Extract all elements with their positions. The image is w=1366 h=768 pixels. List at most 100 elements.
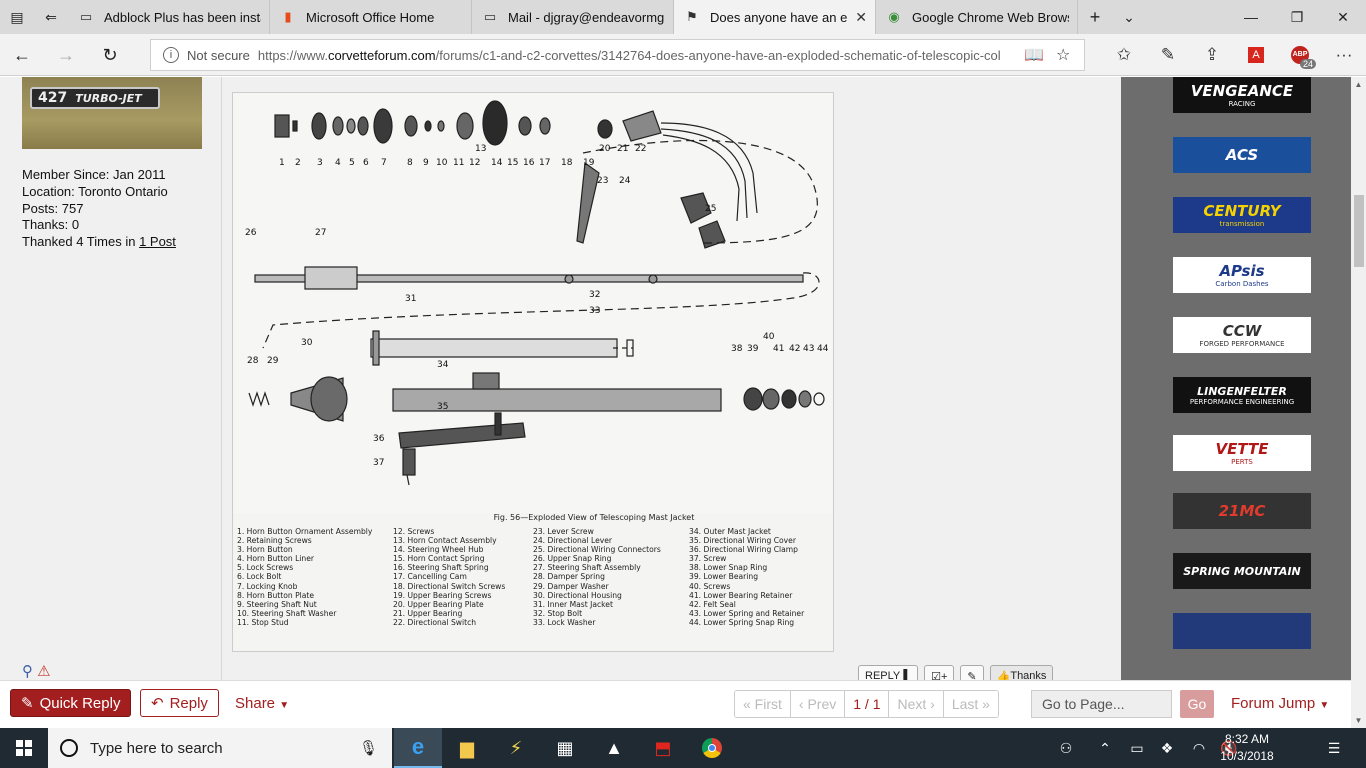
legend-item: 35. Directional Wiring Cover	[689, 536, 796, 546]
legend-item: 26. Upper Snap Ring	[533, 554, 612, 564]
refresh-button[interactable]: ↻	[94, 40, 126, 70]
adblock-plus-icon[interactable]: ABP 24	[1284, 40, 1317, 70]
sponsor-ad[interactable]: ACS	[1173, 137, 1311, 173]
legend-item: 43. Lower Spring and Retainer	[689, 608, 805, 618]
page-scrollbar[interactable]: ▲ ▼	[1351, 77, 1366, 728]
legend-item: 28. Damper Spring	[533, 572, 605, 582]
scroll-up-icon[interactable]: ▲	[1351, 77, 1366, 92]
close-window-button[interactable]: ✕	[1320, 0, 1366, 34]
start-button[interactable]	[0, 728, 48, 768]
sponsor-ad[interactable]: VENGEANCE RACING	[1173, 77, 1311, 113]
address-bar[interactable]: i Not secure https://www.corvetteforum.c…	[150, 39, 1085, 71]
sponsor-ad[interactable]: VETTE PERTS	[1173, 435, 1311, 471]
forward-button[interactable]: →	[50, 40, 82, 70]
cortana-icon	[60, 739, 78, 757]
show-hidden-icons[interactable]: ⌃	[1094, 728, 1116, 768]
reply-arrow-icon: ↶	[151, 695, 164, 712]
sponsor-ad[interactable]: SPRING MOUNTAIN	[1173, 553, 1311, 589]
browser-tab[interactable]: ▭ Mail - djgray@endeavormg	[472, 0, 674, 34]
post-image-exploded-diagram[interactable]: 123 456 789 10 11 12 13 14 15 16 17 18 19 20 21 …	[232, 92, 834, 652]
legend-item: 33. Lock Washer	[533, 617, 596, 627]
thanked-post-link[interactable]: 1 Post	[139, 234, 176, 249]
search-icon[interactable]: ⚲	[22, 663, 33, 680]
back-button[interactable]: ←	[6, 40, 38, 70]
system-clock[interactable]: 8:32 AM 10/3/2018	[1210, 731, 1284, 765]
sponsor-ad[interactable]: LINGENFELTER PERFORMANCE ENGINEERING	[1173, 377, 1311, 413]
sponsor-ad-tagline: PERFORMANCE ENGINEERING	[1189, 397, 1295, 406]
legend-item: 37. Screw	[689, 554, 727, 564]
info-icon[interactable]: i	[163, 47, 179, 63]
minimize-button[interactable]: —	[1228, 0, 1274, 34]
warning-icon[interactable]: ⚠	[37, 663, 50, 680]
scroll-down-icon[interactable]: ▼	[1351, 713, 1366, 728]
legend-item: 18. Directional Switch Screws	[393, 581, 506, 591]
reading-view-icon[interactable]: 📖	[1024, 45, 1044, 65]
browser-tab-bar: ▤ ⇐ ▭ Adblock Plus has been insta ▮ Microso…	[0, 0, 1366, 34]
reply-button[interactable]: ↶ Reply	[140, 689, 219, 717]
legend-item: 11. Stop Stud	[237, 617, 289, 627]
people-icon[interactable]: ⚇	[1054, 728, 1078, 768]
wifi-icon[interactable]: ◠	[1188, 728, 1210, 768]
calculator-icon[interactable]: ▦	[541, 728, 589, 768]
restore-button[interactable]: ❐	[1274, 0, 1320, 34]
legend-item: 42. Felt Seal	[689, 599, 736, 609]
share-icon[interactable]: ⇪	[1196, 40, 1228, 70]
go-button[interactable]: Go	[1180, 690, 1214, 718]
legend-item: 31. Inner Mast Jacket	[533, 599, 613, 609]
edge-app-icon[interactable]: e	[394, 728, 442, 768]
sponsor-ad-name: CCW	[1222, 322, 1262, 340]
tab-preview-icon[interactable]: ▤	[0, 0, 34, 34]
first-page-link[interactable]: « First	[735, 691, 791, 717]
favorite-star-icon[interactable]: ☆	[1056, 45, 1070, 65]
avatar[interactable]: 427 TURBO-JET	[22, 77, 202, 149]
browser-tab[interactable]: ◉ Google Chrome Web Brows	[876, 0, 1078, 34]
set-tabs-aside-icon[interactable]: ⇐	[34, 0, 68, 34]
last-page-link[interactable]: Last »	[943, 691, 998, 717]
taskbar-search-box[interactable]: Type here to search 🎙	[48, 728, 392, 768]
forum-jump-dropdown[interactable]: Forum Jump ▼	[1231, 695, 1329, 712]
action-center-icon[interactable]: ☰	[1320, 728, 1348, 768]
pagination: « First ‹ Prev 1 / 1 Next › Last »	[734, 690, 999, 718]
new-tab-button[interactable]: +	[1078, 0, 1112, 34]
chrome-app-icon[interactable]	[688, 728, 736, 768]
sponsor-ad[interactable]: CENTURY transmission	[1173, 197, 1311, 233]
browser-tab[interactable]: ▮ Microsoft Office Home	[270, 0, 472, 34]
legend-item: 29. Damper Washer	[533, 581, 609, 591]
scrollbar-thumb[interactable]	[1354, 195, 1364, 267]
prev-page-link[interactable]: ‹ Prev	[790, 691, 846, 717]
url-text[interactable]: https://www.corvetteforum.com/forums/c1-…	[258, 48, 1018, 63]
legend-item: 41. Lower Bearing Retainer	[689, 590, 793, 600]
svg-text:7: 7	[381, 158, 387, 168]
web-note-icon[interactable]: ✎	[1152, 40, 1184, 70]
share-dropdown[interactable]: Share ▼	[235, 695, 289, 712]
legend-item: 24. Directional Lever	[533, 536, 613, 546]
svg-text:31: 31	[405, 294, 416, 304]
svg-text:17: 17	[539, 158, 550, 168]
battery-icon[interactable]: ▭	[1126, 728, 1148, 768]
sponsor-ad[interactable]: CCW FORGED PERFORMANCE	[1173, 317, 1311, 353]
legend-item: 27. Steering Shaft Assembly	[533, 563, 641, 573]
favorites-hub-icon[interactable]: ✩	[1108, 40, 1140, 70]
winamp-lightning-icon[interactable]: ⚡	[492, 728, 540, 768]
chrome-icon: ◉	[888, 9, 900, 24]
sponsor-ad[interactable]: APsis Carbon Dashes	[1173, 257, 1311, 293]
adobe-extension-icon[interactable]: A	[1240, 40, 1272, 70]
acrobat-icon[interactable]: ⬒	[639, 728, 687, 768]
browser-tab[interactable]: ⚑ Does anyone have an e ✕	[674, 0, 876, 34]
dropbox-icon[interactable]: ❖	[1156, 728, 1178, 768]
sponsor-ad[interactable]	[1173, 613, 1311, 649]
tab-list-chevron-icon[interactable]: ⌄	[1112, 0, 1146, 34]
next-page-link[interactable]: Next ›	[889, 691, 944, 717]
more-menu-icon[interactable]: ···	[1328, 40, 1360, 70]
close-tab-icon[interactable]: ✕	[855, 9, 867, 26]
microphone-icon[interactable]: 🎙	[359, 739, 378, 757]
svg-text:13: 13	[475, 144, 486, 154]
go-to-page-input[interactable]: Go to Page...	[1031, 690, 1172, 718]
photos-icon[interactable]: ▲	[590, 728, 638, 768]
browser-tab[interactable]: ▭ Adblock Plus has been insta	[68, 0, 270, 34]
member-thanked: Thanked 4 Times in 1 Post	[22, 234, 176, 249]
quick-reply-button[interactable]: ✎ Quick Reply	[10, 689, 132, 717]
file-explorer-icon[interactable]: ▆	[443, 728, 491, 768]
sponsor-ad[interactable]: 21MC	[1173, 493, 1311, 529]
svg-text:28: 28	[247, 356, 259, 366]
